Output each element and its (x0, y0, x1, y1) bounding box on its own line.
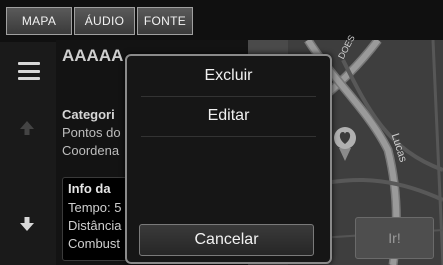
tab-bar: MAPA ÁUDIO FONTE (6, 7, 195, 35)
heart-pin-icon[interactable] (334, 126, 356, 162)
menu-icon[interactable] (18, 62, 40, 80)
edit-option[interactable]: Editar (127, 96, 330, 136)
cancel-button[interactable]: Cancelar (139, 224, 314, 256)
left-rail (0, 42, 57, 265)
go-button[interactable]: Ir! (355, 217, 434, 259)
coordinates-value: Coordena (62, 143, 120, 158)
route-time: Tempo: 5 (68, 200, 122, 215)
tab-mapa[interactable]: MAPA (6, 7, 72, 35)
category-label: Categori (62, 107, 115, 122)
route-fuel: Combust (68, 236, 121, 251)
navigation-screen: MAPA ÁUDIO FONTE AAAAA Categori Pontos d… (0, 0, 443, 265)
up-arrow-icon[interactable] (19, 120, 35, 136)
tab-fonte[interactable]: FONTE (137, 7, 193, 35)
route-distance: Distância (68, 218, 122, 233)
tab-audio[interactable]: ÁUDIO (74, 7, 135, 35)
place-name: AAAAA (62, 46, 124, 65)
route-info-title: Info da (68, 181, 111, 196)
divider (141, 136, 316, 137)
delete-option[interactable]: Excluir (127, 56, 330, 96)
down-arrow-icon[interactable] (19, 216, 35, 232)
category-value: Pontos do (62, 125, 121, 140)
options-dialog: Excluir Editar Cancelar (125, 54, 332, 264)
